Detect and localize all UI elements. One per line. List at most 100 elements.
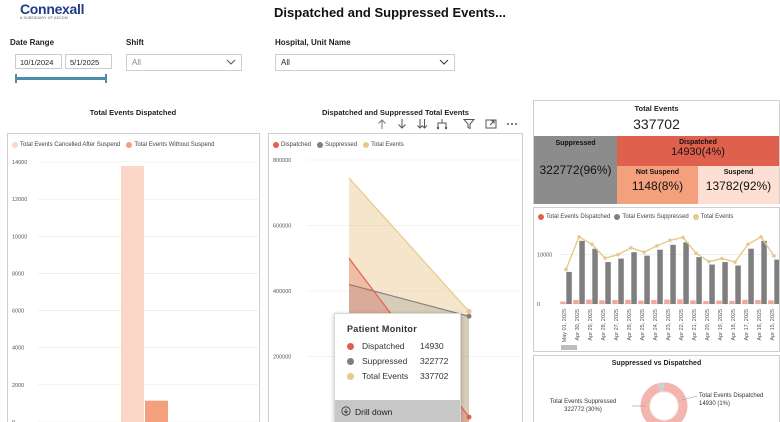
bar-dispatched [703,301,709,304]
dispatched-cell[interactable]: Dispatched 14930(4%) [617,136,779,166]
bar-dispatched [599,300,605,304]
bar-dispatched [755,300,761,304]
bar-suppressed [618,258,624,304]
bar-suppressed [579,240,585,304]
suppressed-value: 322772(96%) [539,163,612,177]
kpi-total-value: 337702 [633,116,680,132]
tooltip-value: 322772 [420,356,449,366]
drill-down-icon[interactable] [396,118,408,130]
bar-suppressed [566,271,572,304]
tooltip-value: 337702 [420,371,449,381]
point-total-events [603,256,607,260]
bar-dispatched [651,300,657,304]
x-tick-label: Apr 20, 2025 [705,309,711,341]
point-total-events [720,256,724,261]
bar-suppressed [774,259,779,304]
point-total-events [733,260,737,264]
bar-suppressed [631,252,637,304]
suspend-cell[interactable]: Suspend 13782(92%) [698,166,779,204]
y-tick-label: 2000 [12,383,24,389]
point-total-events [564,267,568,272]
point-total-events [707,259,711,264]
page-title: Dispatched and Suppressed Events... [274,5,506,20]
bar-dispatched [690,300,696,304]
drill-down-circle-icon [341,406,351,416]
suppressed-label: Suppressed [555,140,596,147]
date-range-start-handle[interactable] [15,74,17,83]
x-tick-label: Apr 29, 2025 [588,309,594,341]
x-tick-label: Apr 30, 2025 [575,309,581,341]
chevron-down-icon [226,59,236,65]
bar-dispatched [716,300,722,304]
not-suspend-value: 1148(8%) [631,179,684,193]
drill-down-label: Drill down [355,407,393,417]
kpi-title: Total Events [634,104,679,113]
tooltip-row-dispatched: Dispatched 14930 [347,341,457,351]
more-options-icon[interactable] [506,118,518,130]
bar-suppressed [761,240,767,304]
hospital-unit-dropdown[interactable]: All [275,54,455,71]
y-tick-label: 14000 [12,160,27,166]
point-dispatched [466,414,472,420]
dispatched-label: Dispatched [679,139,717,146]
x-tick-label: Apr 26, 2025 [627,309,633,341]
tooltip-label: Total Events [362,371,409,381]
y-tick-label: 6000 [12,309,24,315]
point-total-events [577,235,581,239]
suppressed-vs-dispatched-frame: Suppressed vs Dispatched Total Events Su… [533,355,780,422]
drill-down-button[interactable]: Drill down [335,400,460,422]
suppressed-vs-dispatched-donut[interactable] [534,356,779,422]
date-range-end-handle[interactable] [105,74,107,83]
panel1-title: Total Events Dispatched [89,108,177,117]
date-end-input[interactable]: 5/1/2025 [65,54,112,69]
point-suppressed [466,313,472,319]
tooltip-label: Suppressed [362,356,408,366]
bar-suppressed [748,248,754,304]
bar-suppressed [683,242,689,304]
next-level-icon[interactable] [416,118,428,130]
tooltip-title: Patient Monitor [347,324,417,334]
hospital-unit-label: Hospital, Unit Name [275,38,351,47]
bar-suppressed [722,262,728,304]
shift-dropdown[interactable]: All [126,54,242,71]
total-events-dispatched-chart[interactable]: 02000400060008000100001200014000 [8,134,259,422]
date-start-input[interactable]: 10/1/2024 [15,54,62,69]
point-total-events [629,245,633,250]
bar-suppressed [592,248,598,304]
legend-dot [347,342,354,350]
shift-value: All [132,58,141,67]
not-suspend-cell[interactable]: Not Suspend 1148(8%) [617,166,698,204]
suspend-value: 13782(92%) [705,179,772,193]
point-total-events [642,250,646,254]
donut-hole [649,391,679,421]
bar-dispatched [573,300,579,304]
legend-dot [347,372,354,380]
suppressed-cell[interactable]: Suppressed 322772(96%) [534,136,617,204]
horizontal-scrollbar-thumb[interactable] [561,345,577,350]
y-tick-label: 600000 [273,224,291,230]
daily-events-chart[interactable]: 0 10000 May 01, 2025 Apr 30, 2025 Apr 29, 20… [534,208,779,351]
point-total-events [655,243,659,248]
bar-suppressed [644,255,650,304]
x-tick-label: Apr 24, 2025 [653,309,659,341]
x-tick-label: Apr 15, 2025 [770,309,776,341]
x-tick-label: Apr 25, 2025 [640,309,646,341]
bar-suppressed [657,249,663,304]
point-total-events [694,251,698,255]
x-tick-label: Apr 23, 2025 [666,309,672,341]
panel1-chart-frame: Total Events Cancelled After Suspend Tot… [7,133,260,422]
tooltip-value: 14930 [420,341,444,351]
chevron-down-icon [439,59,449,65]
point-total-events [681,235,685,240]
expand-hierarchy-icon[interactable] [436,118,448,130]
point-total-events [466,308,472,314]
date-range-track[interactable] [17,77,106,80]
filter-icon[interactable] [463,118,475,130]
y-tick-label: 800000 [273,158,291,164]
bar-dispatched [638,300,644,304]
focus-mode-icon[interactable] [485,118,497,130]
bar-dispatched [560,301,566,304]
y-tick-label: 12000 [12,197,27,203]
bar-without-suspend [145,400,168,422]
drill-up-icon[interactable] [376,118,388,130]
